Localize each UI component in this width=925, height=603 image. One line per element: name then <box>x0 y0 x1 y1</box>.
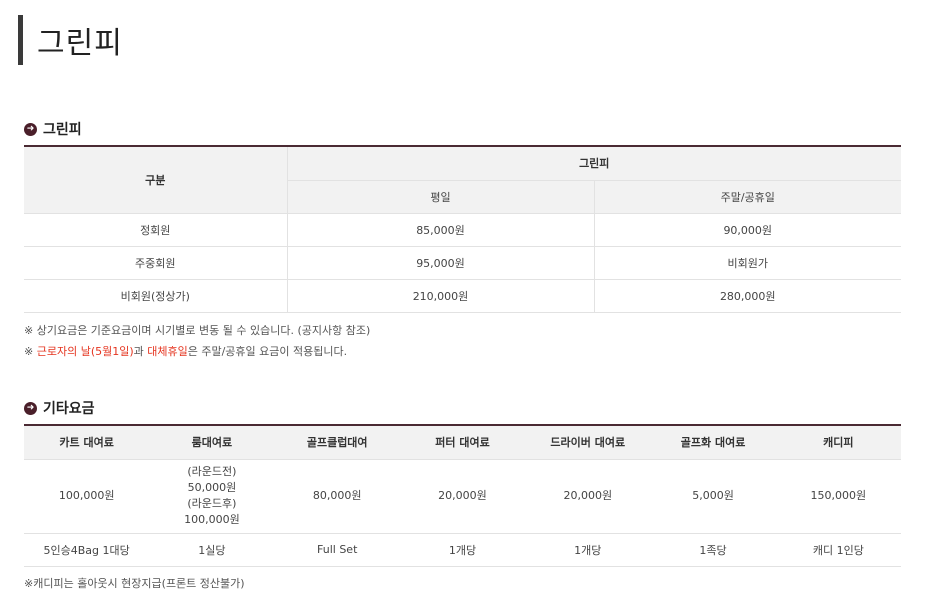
header-green-fee-group: 그린피 <box>287 146 901 181</box>
header-weekend: 주말/공휴일 <box>594 180 901 214</box>
title-accent-bar <box>18 15 23 65</box>
other-fees-table: 카트 대여료 룸대여료 골프클럽대여 퍼터 대여료 드라이버 대여료 골프화 대… <box>24 424 901 567</box>
note-text: 은 주말/공휴일 요금이 적용됩니다. <box>187 345 348 358</box>
section-heading-label: 그린피 <box>43 122 82 138</box>
club-price: 80,000원 <box>274 459 400 534</box>
arrow-right-circle-icon: ➜ <box>24 122 37 136</box>
cart-price: 100,000원 <box>24 459 150 534</box>
weekend-price: 90,000원 <box>594 213 901 247</box>
putter-price: 20,000원 <box>399 459 526 534</box>
header-category: 구분 <box>24 146 288 214</box>
table-row: 주중회원 95,000원 비회원가 <box>24 246 901 280</box>
note-line: ※ 근로자의 날(5월1일)과 대체휴일은 주말/공휴일 요금이 적용됩니다. <box>24 341 370 362</box>
header-putter-rental: 퍼터 대여료 <box>399 425 526 460</box>
section-heading-other-fees: ➜ 기타요금 <box>24 398 95 418</box>
room-price-label: (라운드후) <box>187 497 237 510</box>
page-title-block: 그린피 <box>18 14 123 66</box>
table-row: 5인승4Bag 1대당 1실당 Full Set 1개당 1개당 1족당 캐디 … <box>24 533 901 567</box>
room-unit: 1실당 <box>149 533 275 567</box>
note-highlight: 근로자의 날(5월1일) <box>36 345 134 358</box>
table-row: 비회원(정상가) 210,000원 280,000원 <box>24 279 901 313</box>
arrow-right-circle-icon: ➜ <box>24 401 37 415</box>
shoes-price: 5,000원 <box>650 459 776 534</box>
note-text: 과 <box>133 345 148 358</box>
driver-unit: 1개당 <box>525 533 651 567</box>
table-header-row: 카트 대여료 룸대여료 골프클럽대여 퍼터 대여료 드라이버 대여료 골프화 대… <box>24 425 901 460</box>
member-type: 비회원(정상가) <box>24 279 288 313</box>
header-club-rental: 골프클럽대여 <box>274 425 400 460</box>
cart-unit: 5인승4Bag 1대당 <box>24 533 150 567</box>
table-row: 정회원 85,000원 90,000원 <box>24 213 901 247</box>
header-shoes-rental: 골프화 대여료 <box>650 425 776 460</box>
note-highlight: 대체휴일 <box>147 345 188 358</box>
room-price-value: 100,000원 <box>184 513 240 526</box>
room-price-value: 50,000원 <box>187 481 237 494</box>
weekday-price: 95,000원 <box>287 246 595 280</box>
green-fee-notes: ※ 상기요금은 기준요금이며 시기별로 변동 될 수 있습니다. (공지사항 참… <box>24 320 370 362</box>
header-weekday: 평일 <box>287 180 595 214</box>
header-caddie-fee: 캐디피 <box>775 425 901 460</box>
driver-price: 20,000원 <box>525 459 651 534</box>
page-title: 그린피 <box>37 26 123 61</box>
caddie-fee-note: ※캐디피는 홀아웃시 현장지급(프론트 정산불가) <box>24 577 245 590</box>
room-price-label: (라운드전) <box>187 465 237 478</box>
green-fee-table: 구분 그린피 평일 주말/공휴일 정회원 85,000원 90,000원 주중회… <box>24 145 901 313</box>
putter-unit: 1개당 <box>399 533 526 567</box>
weekend-price: 280,000원 <box>594 279 901 313</box>
shoes-unit: 1족당 <box>650 533 776 567</box>
header-cart-rental: 카트 대여료 <box>24 425 150 460</box>
club-unit: Full Set <box>274 533 400 567</box>
room-price: (라운드전) 50,000원 (라운드후) 100,000원 <box>149 459 275 534</box>
header-room-rental: 룸대여료 <box>149 425 275 460</box>
member-type: 정회원 <box>24 213 288 247</box>
header-driver-rental: 드라이버 대여료 <box>525 425 651 460</box>
weekday-price: 210,000원 <box>287 279 595 313</box>
member-type: 주중회원 <box>24 246 288 280</box>
section-heading-green-fee: ➜ 그린피 <box>24 119 82 139</box>
note-line: ※ 상기요금은 기준요금이며 시기별로 변동 될 수 있습니다. (공지사항 참… <box>24 324 371 337</box>
table-row: 100,000원 (라운드전) 50,000원 (라운드후) 100,000원 … <box>24 459 901 534</box>
note-prefix: ※ <box>24 345 37 358</box>
caddie-price: 150,000원 <box>775 459 901 534</box>
caddie-unit: 캐디 1인당 <box>775 533 901 567</box>
weekday-price: 85,000원 <box>287 213 595 247</box>
weekend-price: 비회원가 <box>594 246 901 280</box>
section-heading-label: 기타요금 <box>43 401 95 417</box>
